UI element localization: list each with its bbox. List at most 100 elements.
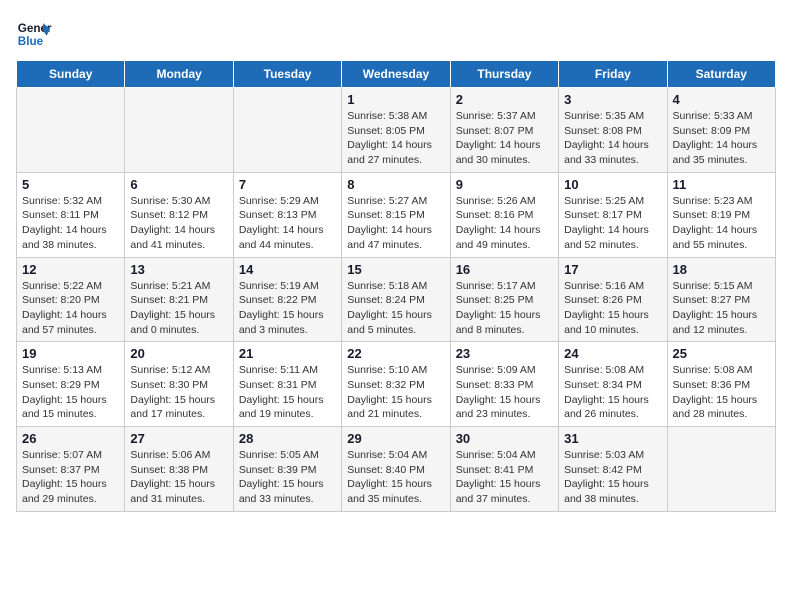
calendar-cell: 17Sunrise: 5:16 AMSunset: 8:26 PMDayligh… <box>559 257 667 342</box>
day-number: 28 <box>239 431 336 446</box>
header-day-friday: Friday <box>559 61 667 88</box>
day-info: Sunrise: 5:04 AMSunset: 8:40 PMDaylight:… <box>347 448 444 507</box>
header-day-tuesday: Tuesday <box>233 61 341 88</box>
calendar-cell: 25 Sunrise: 5:08 AMSunset: 8:36 PMDayligh… <box>667 342 775 427</box>
calendar-week-4: 19Sunrise: 5:13 AMSunset: 8:29 PMDayligh… <box>17 342 776 427</box>
day-info: Sunrise: 5:10 AMSunset: 8:32 PMDaylight:… <box>347 363 444 422</box>
calendar-header: SundayMondayTuesdayWednesdayThursdayFrid… <box>17 61 776 88</box>
day-number: 1 <box>347 92 444 107</box>
calendar-cell: 16 Sunrise: 5:17 AMSunset: 8:25 PMDayligh… <box>450 257 558 342</box>
day-info: Sunrise: 5:18 AMSunset: 8:24 PMDaylight:… <box>347 279 444 338</box>
day-number: 13 <box>130 262 227 277</box>
calendar-cell: 31Sunrise: 5:03 AMSunset: 8:42 PMDayligh… <box>559 427 667 512</box>
day-info: Sunrise: 5:09 AMSunset: 8:33 PMDaylight:… <box>456 363 553 422</box>
calendar-cell: 10 Sunrise: 5:25 AMSunset: 8:17 PMDayligh… <box>559 172 667 257</box>
day-number: 10 <box>564 177 661 192</box>
day-number: 21 <box>239 346 336 361</box>
logo-icon: General Blue <box>16 16 52 52</box>
calendar-table: SundayMondayTuesdayWednesdayThursdayFrid… <box>16 60 776 512</box>
day-info: Sunrise: 5:23 AMSunset: 8:19 PMDaylight:… <box>673 194 770 253</box>
header-day-monday: Monday <box>125 61 233 88</box>
day-number: 7 <box>239 177 336 192</box>
day-number: 8 <box>347 177 444 192</box>
calendar-cell: 1 Sunrise: 5:38 AMSunset: 8:05 PMDaylight… <box>342 88 450 173</box>
day-info: Sunrise: 5:30 AMSunset: 8:12 PMDaylight:… <box>130 194 227 253</box>
day-number: 25 <box>673 346 770 361</box>
calendar-cell <box>667 427 775 512</box>
calendar-cell <box>17 88 125 173</box>
day-info: Sunrise: 5:27 AMSunset: 8:15 PMDaylight:… <box>347 194 444 253</box>
calendar-cell <box>125 88 233 173</box>
calendar-week-1: 1 Sunrise: 5:38 AMSunset: 8:05 PMDaylight… <box>17 88 776 173</box>
day-info: Sunrise: 5:08 AMSunset: 8:36 PMDaylight:… <box>673 363 770 422</box>
header-day-thursday: Thursday <box>450 61 558 88</box>
calendar-cell: 5 Sunrise: 5:32 AMSunset: 8:11 PMDaylight… <box>17 172 125 257</box>
day-number: 22 <box>347 346 444 361</box>
day-number: 14 <box>239 262 336 277</box>
day-info: Sunrise: 5:13 AMSunset: 8:29 PMDaylight:… <box>22 363 119 422</box>
calendar-cell: 15 Sunrise: 5:18 AMSunset: 8:24 PMDayligh… <box>342 257 450 342</box>
day-number: 30 <box>456 431 553 446</box>
day-info: Sunrise: 5:35 AMSunset: 8:08 PMDaylight:… <box>564 109 661 168</box>
calendar-body: 1 Sunrise: 5:38 AMSunset: 8:05 PMDaylight… <box>17 88 776 512</box>
calendar-cell: 8 Sunrise: 5:27 AMSunset: 8:15 PMDaylight… <box>342 172 450 257</box>
day-info: Sunrise: 5:03 AMSunset: 8:42 PMDaylight:… <box>564 448 661 507</box>
calendar-cell <box>233 88 341 173</box>
day-info: Sunrise: 5:16 AMSunset: 8:26 PMDaylight:… <box>564 279 661 338</box>
calendar-cell: 30 Sunrise: 5:04 AMSunset: 8:41 PMDayligh… <box>450 427 558 512</box>
calendar-cell: 22 Sunrise: 5:10 AMSunset: 8:32 PMDayligh… <box>342 342 450 427</box>
day-info: Sunrise: 5:07 AMSunset: 8:37 PMDaylight:… <box>22 448 119 507</box>
day-info: Sunrise: 5:32 AMSunset: 8:11 PMDaylight:… <box>22 194 119 253</box>
calendar-cell: 12Sunrise: 5:22 AMSunset: 8:20 PMDayligh… <box>17 257 125 342</box>
header-day-wednesday: Wednesday <box>342 61 450 88</box>
calendar-cell: 9 Sunrise: 5:26 AMSunset: 8:16 PMDaylight… <box>450 172 558 257</box>
calendar-cell: 14 Sunrise: 5:19 AMSunset: 8:22 PMDayligh… <box>233 257 341 342</box>
day-number: 4 <box>673 92 770 107</box>
calendar-cell: 13 Sunrise: 5:21 AMSunset: 8:21 PMDayligh… <box>125 257 233 342</box>
page-header: General Blue <box>16 16 776 52</box>
day-number: 5 <box>22 177 119 192</box>
calendar-cell: 27Sunrise: 5:06 AMSunset: 8:38 PMDayligh… <box>125 427 233 512</box>
calendar-cell: 3 Sunrise: 5:35 AMSunset: 8:08 PMDaylight… <box>559 88 667 173</box>
calendar-week-2: 5 Sunrise: 5:32 AMSunset: 8:11 PMDaylight… <box>17 172 776 257</box>
day-number: 3 <box>564 92 661 107</box>
day-number: 24 <box>564 346 661 361</box>
day-info: Sunrise: 5:25 AMSunset: 8:17 PMDaylight:… <box>564 194 661 253</box>
day-number: 2 <box>456 92 553 107</box>
logo: General Blue <box>16 16 52 52</box>
calendar-cell: 18Sunrise: 5:15 AMSunset: 8:27 PMDayligh… <box>667 257 775 342</box>
day-info: Sunrise: 5:38 AMSunset: 8:05 PMDaylight:… <box>347 109 444 168</box>
day-number: 20 <box>130 346 227 361</box>
day-number: 6 <box>130 177 227 192</box>
day-info: Sunrise: 5:37 AMSunset: 8:07 PMDaylight:… <box>456 109 553 168</box>
calendar-cell: 24Sunrise: 5:08 AMSunset: 8:34 PMDayligh… <box>559 342 667 427</box>
day-number: 18 <box>673 262 770 277</box>
calendar-cell: 20 Sunrise: 5:12 AMSunset: 8:30 PMDayligh… <box>125 342 233 427</box>
calendar-cell: 23 Sunrise: 5:09 AMSunset: 8:33 PMDayligh… <box>450 342 558 427</box>
calendar-cell: 21 Sunrise: 5:11 AMSunset: 8:31 PMDayligh… <box>233 342 341 427</box>
day-number: 15 <box>347 262 444 277</box>
day-info: Sunrise: 5:04 AMSunset: 8:41 PMDaylight:… <box>456 448 553 507</box>
calendar-cell: 7Sunrise: 5:29 AMSunset: 8:13 PMDaylight… <box>233 172 341 257</box>
day-info: Sunrise: 5:05 AMSunset: 8:39 PMDaylight:… <box>239 448 336 507</box>
day-number: 9 <box>456 177 553 192</box>
day-number: 23 <box>456 346 553 361</box>
calendar-cell: 19Sunrise: 5:13 AMSunset: 8:29 PMDayligh… <box>17 342 125 427</box>
calendar-cell: 11Sunrise: 5:23 AMSunset: 8:19 PMDayligh… <box>667 172 775 257</box>
day-info: Sunrise: 5:19 AMSunset: 8:22 PMDaylight:… <box>239 279 336 338</box>
day-info: Sunrise: 5:26 AMSunset: 8:16 PMDaylight:… <box>456 194 553 253</box>
day-info: Sunrise: 5:22 AMSunset: 8:20 PMDaylight:… <box>22 279 119 338</box>
day-info: Sunrise: 5:17 AMSunset: 8:25 PMDaylight:… <box>456 279 553 338</box>
header-row: SundayMondayTuesdayWednesdayThursdayFrid… <box>17 61 776 88</box>
day-info: Sunrise: 5:21 AMSunset: 8:21 PMDaylight:… <box>130 279 227 338</box>
day-number: 26 <box>22 431 119 446</box>
day-info: Sunrise: 5:33 AMSunset: 8:09 PMDaylight:… <box>673 109 770 168</box>
header-day-saturday: Saturday <box>667 61 775 88</box>
calendar-cell: 2 Sunrise: 5:37 AMSunset: 8:07 PMDaylight… <box>450 88 558 173</box>
calendar-cell: 26 Sunrise: 5:07 AMSunset: 8:37 PMDayligh… <box>17 427 125 512</box>
day-info: Sunrise: 5:11 AMSunset: 8:31 PMDaylight:… <box>239 363 336 422</box>
header-day-sunday: Sunday <box>17 61 125 88</box>
svg-text:Blue: Blue <box>18 35 44 48</box>
day-info: Sunrise: 5:12 AMSunset: 8:30 PMDaylight:… <box>130 363 227 422</box>
day-number: 16 <box>456 262 553 277</box>
